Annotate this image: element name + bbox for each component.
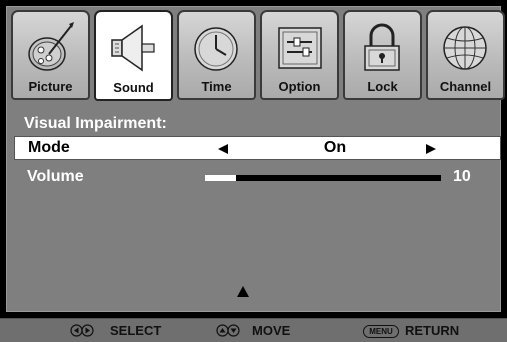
tab-label: Picture — [28, 79, 73, 94]
tab-picture[interactable]: Picture — [11, 10, 90, 100]
volume-value: 10 — [453, 168, 471, 185]
tab-label: Channel — [439, 79, 492, 94]
tab-channel[interactable]: Channel — [426, 10, 505, 100]
volume-label: Volume — [27, 168, 84, 185]
mode-value: On — [323, 139, 347, 156]
tab-option[interactable]: Option — [260, 10, 339, 100]
tab-label: Option — [278, 79, 321, 94]
picture-dial-icon — [28, 22, 74, 71]
tab-sound[interactable]: Sound — [94, 10, 173, 101]
volume-slider-fill — [205, 175, 236, 181]
tab-label: Time — [201, 79, 232, 94]
option-panel-icon — [278, 27, 322, 69]
tab-lock[interactable]: Lock — [343, 10, 422, 100]
select-hint: SELECT — [110, 323, 162, 338]
tab-time[interactable]: Time — [177, 10, 256, 100]
mode-row[interactable]: Mode On — [14, 136, 501, 160]
move-hint: MOVE — [252, 323, 291, 338]
mode-label: Mode — [28, 139, 70, 156]
menu-key-icon: MENU — [363, 325, 399, 338]
footer-hint-bar: SELECT MOVE MENU RETURN — [0, 318, 507, 342]
tv-osd-screen: Picture Sound Time Option Lock Channel V… — [0, 0, 507, 342]
section-heading: Visual Impairment: — [24, 115, 167, 132]
scroll-up-arrow-icon[interactable] — [237, 286, 249, 297]
return-hint: RETURN — [405, 323, 460, 338]
padlock-icon — [364, 23, 400, 71]
clock-icon — [194, 27, 238, 71]
tab-label: Sound — [113, 80, 154, 95]
tab-label: Lock — [367, 79, 398, 94]
volume-slider[interactable] — [205, 175, 441, 181]
left-right-buttons-icon — [70, 324, 94, 337]
left-arrow-icon[interactable] — [218, 144, 228, 154]
up-down-buttons-icon — [216, 324, 240, 337]
right-arrow-icon[interactable] — [426, 144, 436, 154]
speaker-icon — [111, 24, 155, 72]
globe-icon — [443, 26, 487, 70]
